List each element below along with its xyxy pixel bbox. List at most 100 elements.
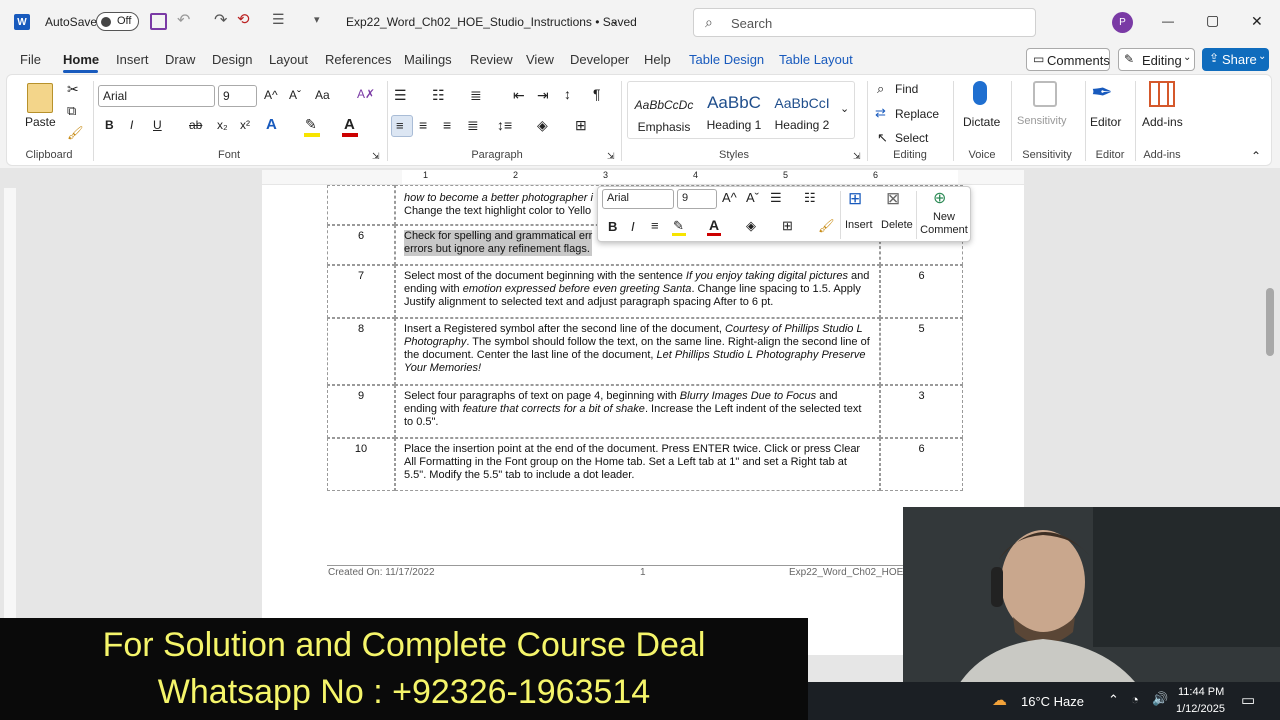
dialog-launcher-icon[interactable]: ⇲ xyxy=(607,151,615,162)
tab-help[interactable]: Help xyxy=(644,52,671,67)
font-color-icon[interactable]: A xyxy=(709,217,719,233)
weather-text[interactable]: 16°C Haze xyxy=(1021,694,1084,709)
sort-icon[interactable]: ↕ xyxy=(564,86,571,102)
search-box[interactable]: ⌕ Search xyxy=(693,8,1036,37)
mini-font-select[interactable]: Arial xyxy=(602,189,674,209)
highlight-icon[interactable]: ✎ xyxy=(305,116,317,133)
clear-formatting-icon[interactable]: A✗ xyxy=(357,87,375,101)
wifi-icon[interactable]: ◔ xyxy=(1131,692,1139,707)
paste-icon[interactable] xyxy=(27,83,53,113)
increase-indent-icon[interactable]: ⇥ xyxy=(537,87,549,104)
font-color-icon[interactable]: A xyxy=(344,116,355,133)
table-cell-points[interactable]: 6 xyxy=(880,265,963,318)
italic-button[interactable]: I xyxy=(631,219,635,234)
format-painter-icon[interactable]: 🖌 xyxy=(818,218,835,234)
strikethrough-button[interactable]: ab xyxy=(189,118,202,132)
borders-icon[interactable]: ⊞ xyxy=(575,117,587,134)
tab-developer[interactable]: Developer xyxy=(570,52,629,67)
tab-mailings[interactable]: Mailings xyxy=(404,52,452,67)
bold-button[interactable]: B xyxy=(105,118,114,132)
table-cell-points[interactable]: 5 xyxy=(880,318,963,385)
table-cell-num[interactable] xyxy=(327,185,395,225)
text-effects-icon[interactable]: A xyxy=(266,116,277,133)
tab-table-design[interactable]: Table Design xyxy=(689,52,764,67)
tab-insert[interactable]: Insert xyxy=(116,52,149,67)
notification-icon[interactable]: ▭ xyxy=(1241,691,1255,709)
table-cell-text[interactable]: Select four paragraphs of text on page 4… xyxy=(395,385,880,438)
style-heading-2[interactable]: AaBbCcI Heading 2 xyxy=(768,92,836,140)
tab-home[interactable]: Home xyxy=(63,52,99,67)
clock-time[interactable]: 11:44 PM xyxy=(1178,686,1224,698)
autosave-toggle[interactable]: Off xyxy=(96,12,139,31)
table-cell-text[interactable]: Insert a Registered symbol after the sec… xyxy=(395,318,880,385)
style-heading-1[interactable]: AaBbC Heading 1 xyxy=(700,92,768,140)
volume-icon[interactable]: 🔊 xyxy=(1152,691,1168,707)
mini-size-select[interactable]: 9 xyxy=(677,189,717,209)
dialog-launcher-icon[interactable]: ⇲ xyxy=(372,151,380,162)
collapse-ribbon-icon[interactable]: ⌃ xyxy=(1251,149,1261,163)
align-left-button[interactable]: ≡ xyxy=(391,115,413,137)
styles-more-icon[interactable]: ⌄ xyxy=(840,102,849,115)
table-cell-num[interactable]: 7 xyxy=(327,265,395,318)
close-button[interactable]: ✕ xyxy=(1251,13,1263,30)
maximize-button[interactable]: ▢ xyxy=(1206,12,1219,29)
table-cell-num[interactable]: 6 xyxy=(327,225,395,265)
tab-view[interactable]: View xyxy=(526,52,554,67)
select-button[interactable]: Select xyxy=(895,131,928,145)
bullets-qat-icon[interactable]: ☰ xyxy=(272,11,285,28)
line-spacing-icon[interactable]: ↕≡ xyxy=(497,117,512,133)
numbering-icon[interactable]: ☷ xyxy=(432,87,445,104)
insert-button[interactable]: Insert xyxy=(845,219,873,231)
microphone-icon[interactable] xyxy=(973,81,987,105)
comments-button[interactable]: ▭ Comments xyxy=(1026,48,1110,71)
table-cell-num[interactable]: 9 xyxy=(327,385,395,438)
customize-qat-icon[interactable]: ▾ xyxy=(314,13,320,26)
title-dropdown-icon[interactable]: ⌄ xyxy=(610,14,619,27)
tab-review[interactable]: Review xyxy=(470,52,513,67)
new-comment-button[interactable]: New Comment xyxy=(920,211,968,237)
font-size-select[interactable]: 9 xyxy=(218,85,257,107)
copy-icon[interactable]: ⧉ xyxy=(67,103,76,119)
align-center-icon[interactable]: ≡ xyxy=(651,218,659,233)
redo-icon[interactable]: ↷ xyxy=(214,10,227,30)
vertical-scrollbar[interactable] xyxy=(1266,288,1274,356)
table-cell-num[interactable]: 10 xyxy=(327,438,395,491)
table-cell-num[interactable]: 8 xyxy=(327,318,395,385)
replace-button[interactable]: Replace xyxy=(895,107,939,121)
underline-button[interactable]: U xyxy=(153,118,162,132)
subscript-button[interactable]: x₂ xyxy=(217,118,228,132)
share-button[interactable]: ⇪ Share ⌄ xyxy=(1202,48,1269,71)
tab-table-layout[interactable]: Table Layout xyxy=(779,52,853,67)
grow-font-icon[interactable]: A^ xyxy=(264,88,278,102)
grow-font-icon[interactable]: A^ xyxy=(722,190,737,205)
table-cell-text[interactable]: Place the insertion point at the end of … xyxy=(395,438,880,491)
bullets-icon[interactable]: ☰ xyxy=(394,87,407,104)
tab-layout[interactable]: Layout xyxy=(269,52,308,67)
dialog-launcher-icon[interactable]: ⇲ xyxy=(853,151,861,162)
multilevel-list-icon[interactable]: ≣ xyxy=(470,87,482,104)
show-marks-icon[interactable]: ¶ xyxy=(593,86,601,102)
highlight-icon[interactable]: ✎ xyxy=(673,218,684,234)
shading-icon[interactable]: ◈ xyxy=(537,117,548,134)
shrink-font-icon[interactable]: Aˇ xyxy=(289,88,301,102)
sensitivity-button[interactable]: Sensitivity xyxy=(1017,115,1067,127)
align-right-icon[interactable]: ≡ xyxy=(443,117,451,133)
shading-icon[interactable]: ◈ xyxy=(746,218,756,234)
delete-table-icon[interactable]: ⊠ xyxy=(886,189,900,209)
italic-button[interactable]: I xyxy=(130,118,133,132)
find-button[interactable]: Find xyxy=(895,82,918,96)
save-icon[interactable] xyxy=(150,13,167,30)
avatar[interactable]: P xyxy=(1112,12,1133,33)
cut-icon[interactable]: ✂ xyxy=(67,81,79,98)
tab-design[interactable]: Design xyxy=(212,52,252,67)
clock-date[interactable]: 1/12/2025 xyxy=(1176,703,1225,715)
tab-references[interactable]: References xyxy=(325,52,391,67)
paste-button[interactable]: Paste xyxy=(25,115,56,129)
document-title[interactable]: Exp22_Word_Ch02_HOE_Studio_Instructions … xyxy=(346,15,637,29)
minimize-button[interactable]: — xyxy=(1162,14,1174,28)
shrink-font-icon[interactable]: Aˇ xyxy=(746,190,759,205)
style-emphasis[interactable]: AaBbCcDc Emphasis xyxy=(630,92,698,140)
format-painter-icon[interactable]: 🖌 xyxy=(67,125,84,141)
superscript-button[interactable]: x² xyxy=(240,118,250,132)
insert-table-icon[interactable]: ⊞ xyxy=(848,189,862,209)
